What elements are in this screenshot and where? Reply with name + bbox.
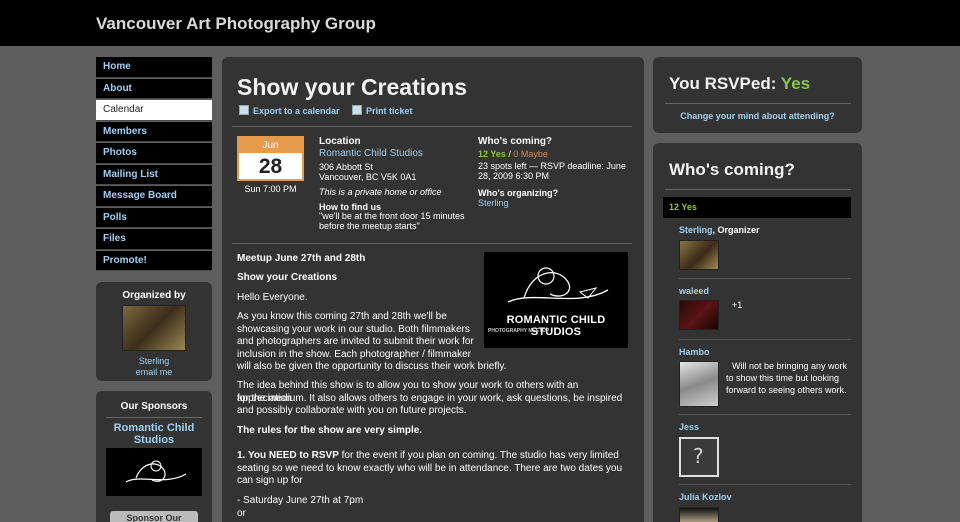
- sponsors-panel: Our Sponsors Romantic Child Studios Spon…: [96, 391, 212, 522]
- divider: [679, 339, 851, 340]
- printer-icon: [352, 105, 362, 115]
- whos-coming-label: Who's coming?: [478, 136, 553, 147]
- spots-left-1: 23 spots left — RSVP deadline: June: [478, 161, 626, 171]
- event-panel: Show your Creations Export to a calendar…: [222, 57, 644, 522]
- nav-promote[interactable]: Promote!: [96, 250, 212, 271]
- find-us-text-2: before the meetup starts": [319, 221, 420, 231]
- member-photo[interactable]: [679, 240, 719, 270]
- yes-count[interactable]: 12 Yes: [478, 149, 506, 159]
- desc-para-2c: and possibly collaborate with you on fut…: [237, 405, 467, 416]
- desc-para-1c: and photographers are invited to submit …: [237, 336, 474, 347]
- change-rsvp-link[interactable]: Change your mind about attending?: [653, 111, 862, 121]
- desc-or: or: [237, 508, 246, 519]
- rsvp-answer: Yes: [780, 74, 811, 93]
- yes-count-bar: 12 Yes: [663, 197, 851, 218]
- divider: [232, 243, 632, 244]
- date-badge: Jun 28: [237, 136, 304, 181]
- nav-members[interactable]: Members: [96, 121, 212, 142]
- divider: [232, 126, 632, 127]
- date-day: 28: [258, 155, 283, 178]
- date-month: Jun: [239, 138, 302, 153]
- desc-rule-1b: seating so we need to know exactly who w…: [237, 462, 623, 474]
- desc-para-2b: for the medium. It also allows others to…: [237, 392, 623, 404]
- organized-by-title: Organized by: [122, 290, 186, 301]
- nav-files[interactable]: Files: [96, 229, 212, 250]
- nav-calendar[interactable]: Calendar: [96, 100, 212, 121]
- sponsor-name-link[interactable]: Romantic Child Studios: [104, 422, 204, 446]
- member-photo[interactable]: [679, 300, 719, 330]
- desc-para-1a: As you know this coming 27th and 28th we…: [237, 311, 447, 322]
- member-name-hambo[interactable]: Hambo: [679, 347, 710, 357]
- private-note: This is a private home or office: [319, 187, 442, 197]
- member-name-waleed[interactable]: waleed: [679, 286, 709, 296]
- divider: [679, 278, 851, 279]
- desc-rules-heading: The rules for the show are very simple.: [237, 425, 423, 436]
- nav-photos[interactable]: Photos: [96, 143, 212, 164]
- guest-count: +1: [732, 300, 743, 310]
- find-us-text-1: "we'll be at the front door 15 minutes: [319, 211, 465, 221]
- organizer-name-link[interactable]: Sterling: [96, 356, 212, 366]
- divider: [679, 484, 851, 485]
- member-photo[interactable]: [679, 507, 719, 522]
- location-name-link[interactable]: Romantic Child Studios: [319, 148, 423, 160]
- organizer-link[interactable]: Sterling: [478, 198, 509, 209]
- member-comment-2: to show this time but looking: [726, 373, 840, 383]
- address-line-1: 306 Abbott St: [319, 162, 374, 172]
- email-organizer-link[interactable]: email me: [96, 367, 212, 377]
- event-title: Show your Creations: [237, 74, 468, 100]
- member-photo-placeholder[interactable]: ?: [679, 437, 719, 477]
- desc-heading-1: Meetup June 27th and 28th: [237, 253, 366, 264]
- desc-para-1b: showcasing your work in our studio. Both…: [237, 323, 470, 335]
- print-ticket-link[interactable]: Print ticket: [352, 105, 413, 116]
- sponsor-logo-illustration: [125, 460, 187, 483]
- divider: [679, 414, 851, 415]
- sponsor-button[interactable]: Sponsor Our: [110, 511, 198, 522]
- rsvp-counts: 12 Yes / 0 Maybe: [478, 149, 548, 159]
- desc-para-1d: inclusion in the show. Each photographer…: [237, 348, 472, 360]
- member-photo[interactable]: [679, 361, 719, 407]
- desc-rule-1c: can sign up for: [237, 475, 303, 486]
- nav-about[interactable]: About: [96, 78, 212, 99]
- organizer-photo[interactable]: [122, 305, 186, 351]
- desc-heading-2: Show your Creations: [237, 272, 338, 283]
- event-time: Sun 7:00 PM: [244, 184, 297, 194]
- rsvp-status: You RSVPed: Yes: [669, 74, 811, 93]
- question-mark-icon: ?: [693, 444, 704, 468]
- divider: [665, 189, 851, 190]
- location-label: Location: [319, 136, 361, 147]
- spots-left-2: 28, 2009 6:30 PM: [478, 171, 550, 181]
- member-comment-3: forward to seeing others work.: [726, 385, 847, 395]
- whos-coming-panel: Who's coming? 12 Yes Sterling, Organizer…: [653, 143, 862, 522]
- member-name-jess[interactable]: Jess: [679, 422, 699, 432]
- maybe-count[interactable]: 0 Maybe: [513, 149, 548, 159]
- export-calendar-link[interactable]: Export to a calendar: [239, 105, 340, 116]
- svg-text:?: ?: [693, 444, 704, 468]
- site-title[interactable]: Vancouver Art Photography Group: [96, 14, 376, 34]
- divider: [106, 417, 202, 418]
- sponsors-title: Our Sponsors: [120, 401, 188, 412]
- nav-polls[interactable]: Polls: [96, 207, 212, 228]
- top-bar: Vancouver Art Photography Group: [0, 0, 960, 46]
- nav-message-board[interactable]: Message Board: [96, 186, 212, 207]
- divider: [665, 103, 851, 104]
- calendar-icon: [239, 105, 249, 115]
- address-line-2: Vancouver, BC V5K 0A1: [319, 172, 417, 182]
- member-name-sterling[interactable]: Sterling, Organizer: [679, 225, 760, 235]
- desc-date-option-1: - Saturday June 27th at 7pm: [237, 495, 364, 506]
- member-name-julia-kozlov[interactable]: Julia Kozlov: [679, 492, 732, 502]
- member-comment-1: Will not be bringing any work: [732, 361, 848, 371]
- left-nav: Home About Calendar Members Photos Maili…: [96, 57, 212, 272]
- nav-mailing-list[interactable]: Mailing List: [96, 164, 212, 185]
- whos-coming-title: Who's coming?: [669, 160, 795, 179]
- desc-rule-1a: 1. You NEED to RSVP for the event if you…: [237, 450, 619, 461]
- whos-organizing-label: Who's organizing?: [478, 188, 559, 198]
- organized-by-panel: Organized by Sterling email me: [96, 282, 212, 381]
- sponsor-logo[interactable]: [106, 448, 202, 496]
- nav-home[interactable]: Home: [96, 57, 212, 78]
- desc-greeting: Hello Everyone.: [237, 292, 308, 303]
- rsvp-panel: You RSVPed: Yes Change your mind about a…: [653, 57, 862, 133]
- desc-para-1e: will also be given the opportunity to di…: [237, 361, 507, 372]
